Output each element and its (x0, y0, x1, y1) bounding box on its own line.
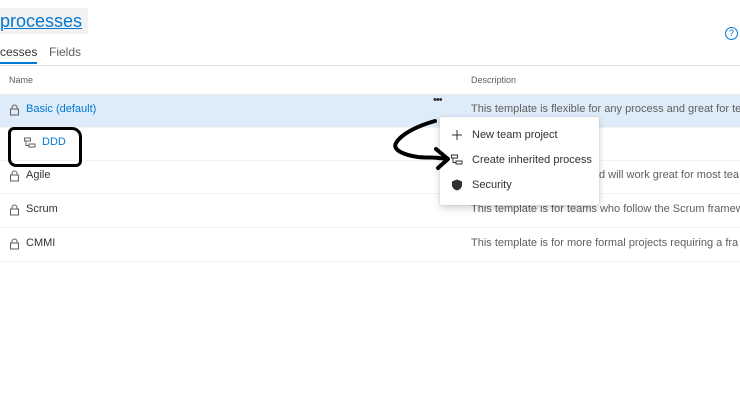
table-row-basic[interactable]: Basic (default) ••• This template is fle… (0, 94, 740, 128)
process-description: d will work great for most tea (599, 169, 739, 181)
process-name[interactable]: CMMI (26, 237, 55, 249)
menu-item-label: Security (472, 179, 512, 191)
tabs-divider (0, 65, 740, 66)
more-actions-button[interactable]: ••• (433, 94, 443, 106)
shield-icon (452, 179, 462, 191)
process-name[interactable]: Scrum (26, 203, 58, 215)
column-header-name[interactable]: Name (9, 75, 33, 85)
tab-processes[interactable]: cesses (0, 44, 38, 64)
table-row-agile[interactable]: Agile d will work great for most tea (0, 161, 740, 194)
annotation-arrow (393, 119, 450, 170)
lock-icon (10, 238, 19, 250)
page-title[interactable]: processes (0, 8, 89, 34)
tab-fields[interactable]: Fields (49, 44, 81, 60)
lock-icon (10, 204, 19, 216)
process-name[interactable]: Agile (26, 169, 50, 181)
menu-item-security[interactable]: Security (440, 173, 599, 198)
process-description: This template is for more formal project… (471, 237, 739, 249)
menu-item-label: New team project (472, 129, 558, 141)
context-menu: New team project Create inherited proces… (440, 117, 599, 205)
table-row-cmmi[interactable]: CMMI This template is for more formal pr… (0, 229, 740, 262)
menu-item-create-inherited-process[interactable]: Create inherited process (440, 148, 599, 173)
column-header-description[interactable]: Description (471, 75, 516, 85)
menu-item-new-team-project[interactable]: New team project (440, 123, 599, 148)
annotation-box (8, 127, 82, 167)
table-row-scrum[interactable]: Scrum This template is for teams who fol… (0, 195, 740, 228)
lock-icon (10, 170, 19, 182)
table-row-ddd[interactable]: DDD (0, 128, 740, 161)
help-icon[interactable]: ? (725, 27, 738, 40)
lock-icon (10, 104, 19, 116)
menu-item-label: Create inherited process (472, 154, 592, 166)
process-name-link[interactable]: Basic (default) (26, 103, 96, 115)
process-description: This template is flexible for any proces… (471, 103, 740, 115)
